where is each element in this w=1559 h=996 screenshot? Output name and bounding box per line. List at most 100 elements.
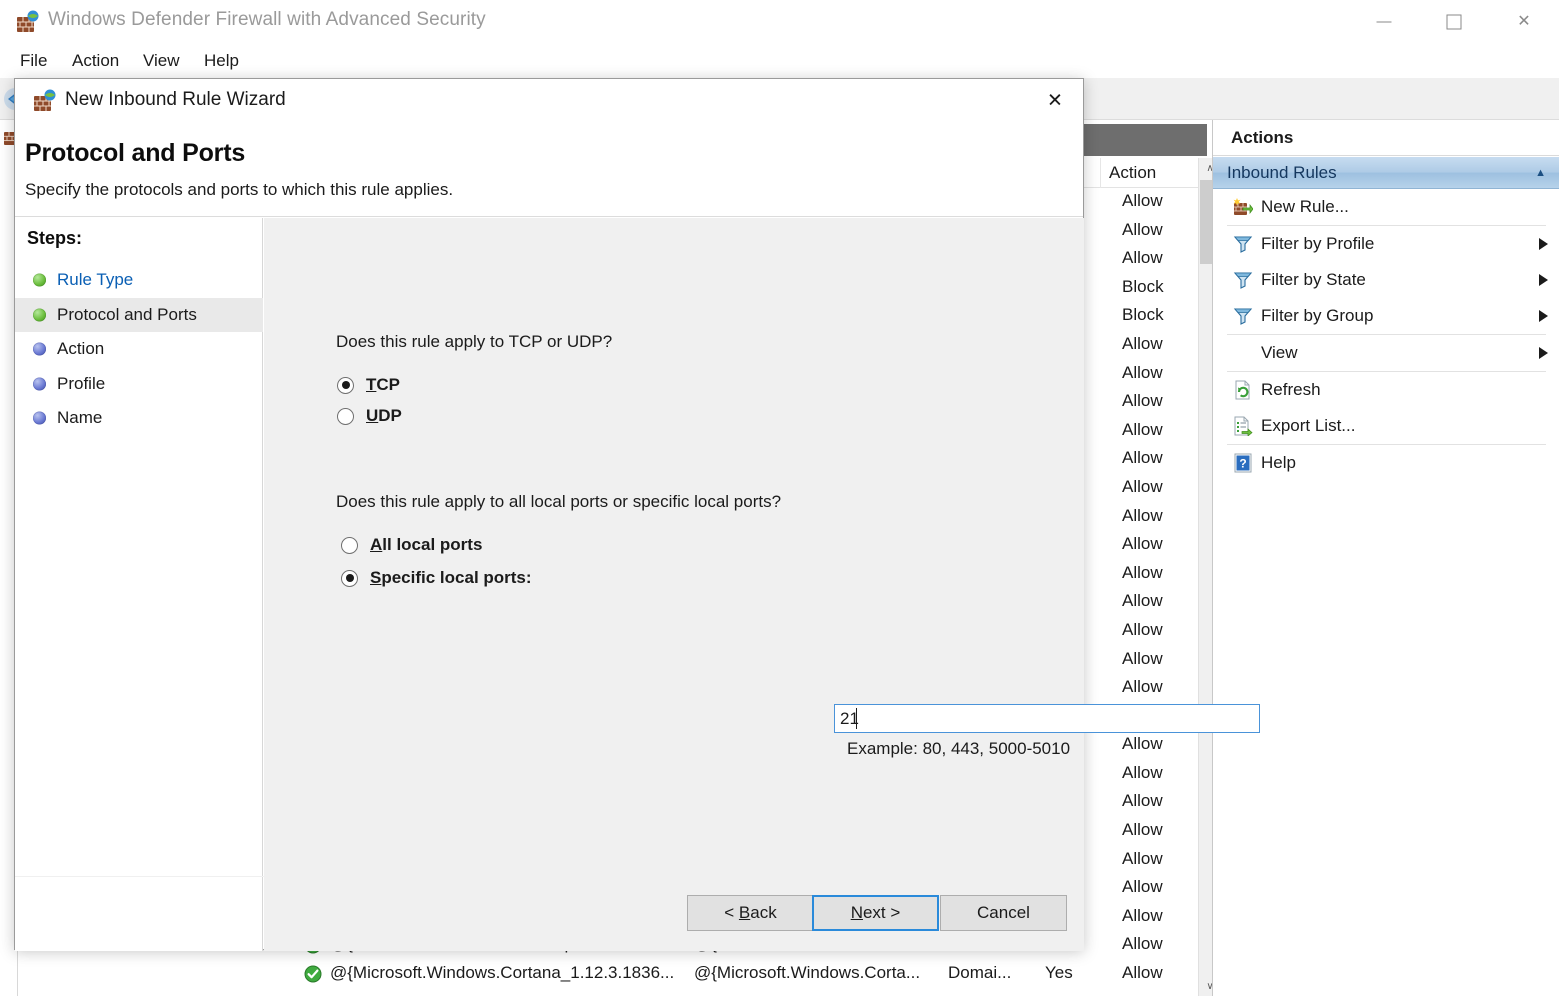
cancel-button-label: Cancel (977, 903, 1030, 922)
rule-action-cell: Allow (1122, 677, 1163, 697)
action-item-filter-by-group[interactable]: Filter by Group (1213, 298, 1559, 334)
step-pending-bullet-icon (33, 342, 46, 356)
radio-all-local-ports[interactable]: All local ports (341, 535, 482, 555)
rule-action-cell: Allow (1122, 448, 1163, 468)
dialog-title: New Inbound Rule Wizard (65, 89, 286, 110)
window-titlebar: Windows Defender Firewall with Advanced … (0, 0, 1559, 44)
list-header-shade (1083, 124, 1207, 156)
wizard-step-action[interactable]: Action (15, 332, 263, 367)
rule-action-cell: Allow (1122, 248, 1163, 268)
table-row[interactable]: Allow @{Microsoft.Windows.Cortana_1.12.3.… (18, 960, 1190, 989)
action-item-label: Filter by Profile (1261, 234, 1375, 253)
ports-example-text: Example: 80, 443, 5000-5010 (847, 739, 1071, 758)
wizard-step-name[interactable]: Name (15, 401, 263, 436)
rule-action-cell: Allow (1122, 762, 1163, 782)
next-button[interactable]: Next > (812, 895, 939, 931)
export-list-icon (1233, 416, 1253, 437)
help-icon: ? (1233, 453, 1253, 473)
step-pending-bullet-icon (33, 411, 46, 425)
action-item-refresh[interactable]: Refresh (1213, 372, 1559, 408)
svg-text:?: ? (1239, 457, 1246, 471)
rule-action-cell: Allow (1122, 905, 1163, 925)
actions-pane: Actions Inbound Rules ▲ New Rule... Filte… (1212, 120, 1559, 996)
rule-name-cell: @{Microsoft.Windows.Cortana_1.12.3.1836.… (330, 963, 675, 983)
rule-action-cell: Allow (1122, 848, 1163, 868)
wizard-step-rule-type[interactable]: Rule Type (15, 263, 263, 298)
radio-udp[interactable]: UDP (337, 406, 402, 426)
rule-action-cell: Allow (1122, 191, 1163, 210)
column-header-action[interactable]: Action (1100, 158, 1190, 188)
new-rule-icon (1233, 197, 1254, 217)
radio-specific-local-ports-label: Specific local ports: (370, 568, 532, 587)
wizard-content: Does this rule apply to TCP or UDP? TCP … (264, 218, 1260, 951)
wizard-step-label: Profile (57, 373, 106, 393)
rule-action-cell: Allow (1122, 648, 1163, 668)
menu-file[interactable]: File (10, 44, 57, 78)
radio-tcp-indicator[interactable] (337, 376, 354, 394)
specific-local-ports-input[interactable] (834, 704, 1260, 733)
close-button[interactable]: ✕ (1489, 0, 1559, 44)
step-pending-bullet-icon (33, 377, 46, 391)
action-item-export-list[interactable]: Export List... (1213, 408, 1559, 444)
action-item-filter-by-profile[interactable]: Filter by Profile (1213, 226, 1559, 262)
submenu-arrow-icon (1539, 310, 1548, 322)
dialog-titlebar: New Inbound Rule Wizard ✕ (15, 79, 1083, 123)
radio-all-local-ports-label: All local ports (370, 535, 483, 554)
rule-action-cell: Allow (1122, 877, 1163, 897)
action-item-new-rule[interactable]: New Rule... (1213, 189, 1559, 225)
wizard-step-label: Protocol and Ports (57, 304, 197, 324)
close-icon: ✕ (1047, 90, 1063, 112)
rule-action-cell: Block (1122, 276, 1164, 296)
menu-view-label: View (143, 51, 180, 70)
action-item-label: New Rule... (1261, 197, 1349, 216)
actions-group-label: Inbound Rules (1227, 162, 1337, 182)
rule-action-cell: Allow (1122, 734, 1163, 754)
dialog-button-bar: < Back Next > Cancel (15, 877, 1083, 949)
radio-udp-indicator[interactable] (337, 407, 354, 425)
submenu-arrow-icon (1539, 347, 1548, 359)
actions-group-inbound-rules[interactable]: Inbound Rules ▲ (1213, 157, 1559, 189)
rule-action-cell: Allow (1122, 476, 1163, 496)
radio-specific-local-ports-indicator[interactable] (341, 569, 358, 587)
action-item-help[interactable]: ? Help (1213, 445, 1559, 481)
chevron-up-icon[interactable]: ▲ (1535, 167, 1546, 179)
protocol-question: Does this rule apply to TCP or UDP? (336, 332, 613, 351)
dialog-subheading: Specify the protocols and ports to which… (25, 180, 454, 199)
rule-action-cell: Allow (1122, 934, 1163, 954)
steps-list: Rule Type Protocol and Ports Action Profile… (15, 263, 263, 436)
menu-help[interactable]: Help (194, 44, 249, 78)
menu-help-label: Help (204, 51, 239, 70)
filter-icon (1233, 306, 1253, 326)
action-item-label: Help (1261, 453, 1296, 472)
radio-udp-label: UDP (366, 406, 402, 425)
radio-specific-local-ports[interactable]: Specific local ports: (341, 568, 532, 588)
menu-view[interactable]: View (133, 44, 190, 78)
minimize-button[interactable] (1349, 0, 1419, 44)
radio-all-local-ports-indicator[interactable] (341, 536, 358, 554)
back-button[interactable]: < Back (687, 895, 814, 931)
dialog-close-button[interactable]: ✕ (1027, 79, 1083, 123)
dialog-header: Protocol and Ports Specify the protocols… (15, 123, 1083, 217)
actions-item-list: New Rule... Filter by Profile Filter by St… (1213, 189, 1559, 481)
action-item-filter-by-state[interactable]: Filter by State (1213, 262, 1559, 298)
wizard-step-protocol-and-ports[interactable]: Protocol and Ports (15, 297, 263, 332)
action-item-view[interactable]: View (1213, 335, 1559, 371)
maximize-button[interactable] (1419, 0, 1489, 44)
wizard-steps-pane: Steps: Rule Type Protocol and Ports Action… (15, 218, 263, 951)
cancel-button[interactable]: Cancel (940, 895, 1067, 931)
wizard-step-profile[interactable]: Profile (15, 367, 263, 402)
wizard-step-label: Rule Type (57, 270, 134, 290)
dialog-heading: Protocol and Ports (25, 139, 246, 167)
actions-title-label: Actions (1231, 127, 1294, 147)
rule-action-cell: Allow (1122, 333, 1163, 353)
menu-action[interactable]: Action (62, 44, 129, 78)
ports-question: Does this rule apply to all local ports … (336, 492, 782, 511)
filter-icon (1233, 270, 1253, 290)
rule-action-cell: Allow (1122, 820, 1163, 840)
radio-tcp[interactable]: TCP (337, 375, 400, 395)
rule-action-cell: Allow (1122, 562, 1163, 582)
window-title: Windows Defender Firewall with Advanced … (48, 9, 486, 30)
rule-action-cell: Allow (1122, 362, 1163, 382)
action-item-label: Filter by Group (1261, 306, 1374, 325)
firewall-icon (33, 89, 57, 113)
